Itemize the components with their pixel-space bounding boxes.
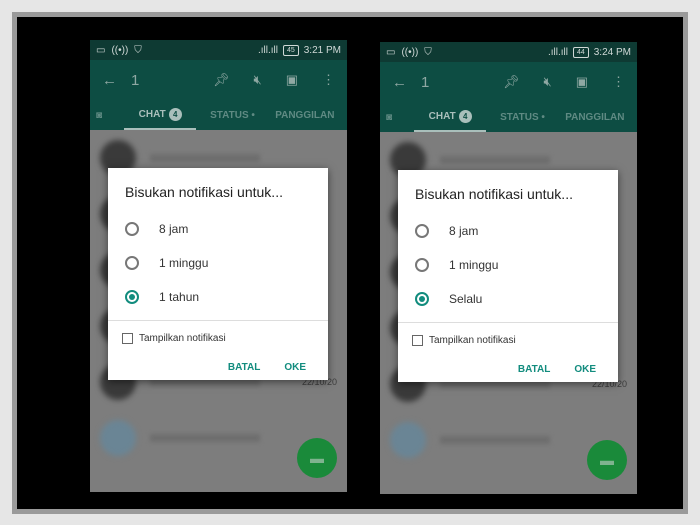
signal-icon: .ıll.ıll [547,46,568,58]
option-2[interactable]: 1 tahun [108,280,328,314]
option-label: 1 minggu [159,256,209,270]
blurred-text [150,434,260,442]
mute-icon[interactable]: 🔇︎ [254,72,262,88]
avatar [390,422,426,458]
radio-button[interactable] [415,224,429,238]
radio-button[interactable] [125,256,139,270]
ok-button[interactable]: OKE [574,364,596,375]
radio-button[interactable] [415,292,429,306]
dialog-title: Bisukan notifikasi untuk... [415,186,573,202]
radio-button[interactable] [125,290,139,304]
archive-icon[interactable]: ▣ [286,72,298,88]
hotspot-icon: ((•)) [111,44,129,56]
option-label: Selalu [449,292,483,306]
blurred-text [150,154,260,162]
option-0[interactable]: 8 jam [108,212,328,246]
show-notifications-checkbox[interactable]: Tampilkan notifikasi [108,321,328,344]
camera-icon[interactable]: ◙ [386,112,414,123]
battery-icon: 44 [572,46,589,58]
back-button[interactable]: ← [392,74,407,91]
selection-toolbar: ← 1 📌︎ 🔇︎ ▣ ⋮ [380,62,637,102]
signal-icon: .ıll.ıll [257,44,278,56]
tab-status[interactable]: STATUS • [196,110,268,121]
new-chat-button[interactable]: ▬ [297,438,337,478]
checkbox-label: Tampilkan notifikasi [429,335,516,346]
mute-dialog: Bisukan notifikasi untuk... 8 jam 1 ming… [398,170,618,382]
option-2[interactable]: Selalu [398,282,618,316]
shield-icon: ⛉ [134,44,142,56]
more-icon[interactable]: ⋮ [322,72,335,88]
selected-count: 1 [421,73,430,91]
phone-screen-1: ▭ ((•)) ⛉ .ıll.ıll 45 3:21 PM ← 1 📌︎ 🔇︎ … [90,40,347,492]
phone-screen-2: ▭ ((•)) ⛉ .ıll.ıll 44 3:24 PM ← 1 📌︎ 🔇︎ … [380,42,637,494]
message-icon: ▬ [310,450,324,466]
avatar [100,420,136,456]
clock: 3:24 PM [593,46,631,58]
selected-count: 1 [131,71,140,89]
dialog-title: Bisukan notifikasi untuk... [125,184,283,200]
blurred-text [440,156,550,164]
hotspot-icon: ((•)) [401,46,419,58]
option-label: 1 tahun [159,290,200,304]
pin-icon[interactable]: 📌︎ [213,72,230,88]
checkbox[interactable] [412,335,423,346]
tab-chat[interactable]: CHAT 4 [414,102,487,132]
image-frame: ▭ ((•)) ⛉ .ıll.ıll 45 3:21 PM ← 1 📌︎ 🔇︎ … [12,12,688,514]
option-label: 1 minggu [449,258,499,272]
checkbox-label: Tampilkan notifikasi [139,333,226,344]
status-bar: ▭ ((•)) ⛉ .ıll.ıll 45 3:21 PM [90,40,347,60]
ok-button[interactable]: OKE [284,362,306,373]
back-button[interactable]: ← [102,72,117,89]
archive-icon[interactable]: ▣ [576,74,588,90]
tab-status[interactable]: STATUS • [486,112,558,123]
more-icon[interactable]: ⋮ [612,74,625,90]
show-notifications-checkbox[interactable]: Tampilkan notifikasi [398,323,618,346]
tab-bar: ◙ CHAT 4 STATUS • PANGGILAN [380,102,637,132]
status-bar: ▭ ((•)) ⛉ .ıll.ıll 44 3:24 PM [380,42,637,62]
radio-button[interactable] [125,222,139,236]
notification-icon: ▭ [386,46,396,58]
pin-icon[interactable]: 📌︎ [503,74,520,90]
mute-dialog: Bisukan notifikasi untuk... 8 jam 1 ming… [108,168,328,380]
new-chat-button[interactable]: ▬ [587,440,627,480]
unread-badge: 4 [458,110,472,123]
selection-toolbar: ← 1 📌︎ 🔇︎ ▣ ⋮ [90,60,347,100]
blurred-text [440,436,550,444]
option-label: 8 jam [449,224,479,238]
shield-icon: ⛉ [424,46,432,58]
option-0[interactable]: 8 jam [398,214,618,248]
notification-icon: ▭ [96,44,106,56]
background: ▭ ((•)) ⛉ .ıll.ıll 45 3:21 PM ← 1 📌︎ 🔇︎ … [17,17,683,509]
camera-icon[interactable]: ◙ [96,110,124,121]
cancel-button[interactable]: BATAL [518,364,550,375]
message-icon: ▬ [600,452,614,468]
option-label: 8 jam [159,222,189,236]
cancel-button[interactable]: BATAL [228,362,260,373]
battery-icon: 45 [282,44,299,56]
mute-icon[interactable]: 🔇︎ [544,74,552,90]
tab-calls[interactable]: PANGGILAN [559,112,631,123]
unread-badge: 4 [168,108,182,121]
option-1[interactable]: 1 minggu [398,248,618,282]
radio-button[interactable] [415,258,429,272]
option-1[interactable]: 1 minggu [108,246,328,280]
clock: 3:21 PM [303,44,341,56]
tab-chat-label: CHAT [428,111,456,122]
tab-chat[interactable]: CHAT 4 [124,100,197,130]
checkbox[interactable] [122,333,133,344]
tab-chat-label: CHAT [138,109,166,120]
tab-bar: ◙ CHAT 4 STATUS • PANGGILAN [90,100,347,130]
tab-calls[interactable]: PANGGILAN [269,110,341,121]
